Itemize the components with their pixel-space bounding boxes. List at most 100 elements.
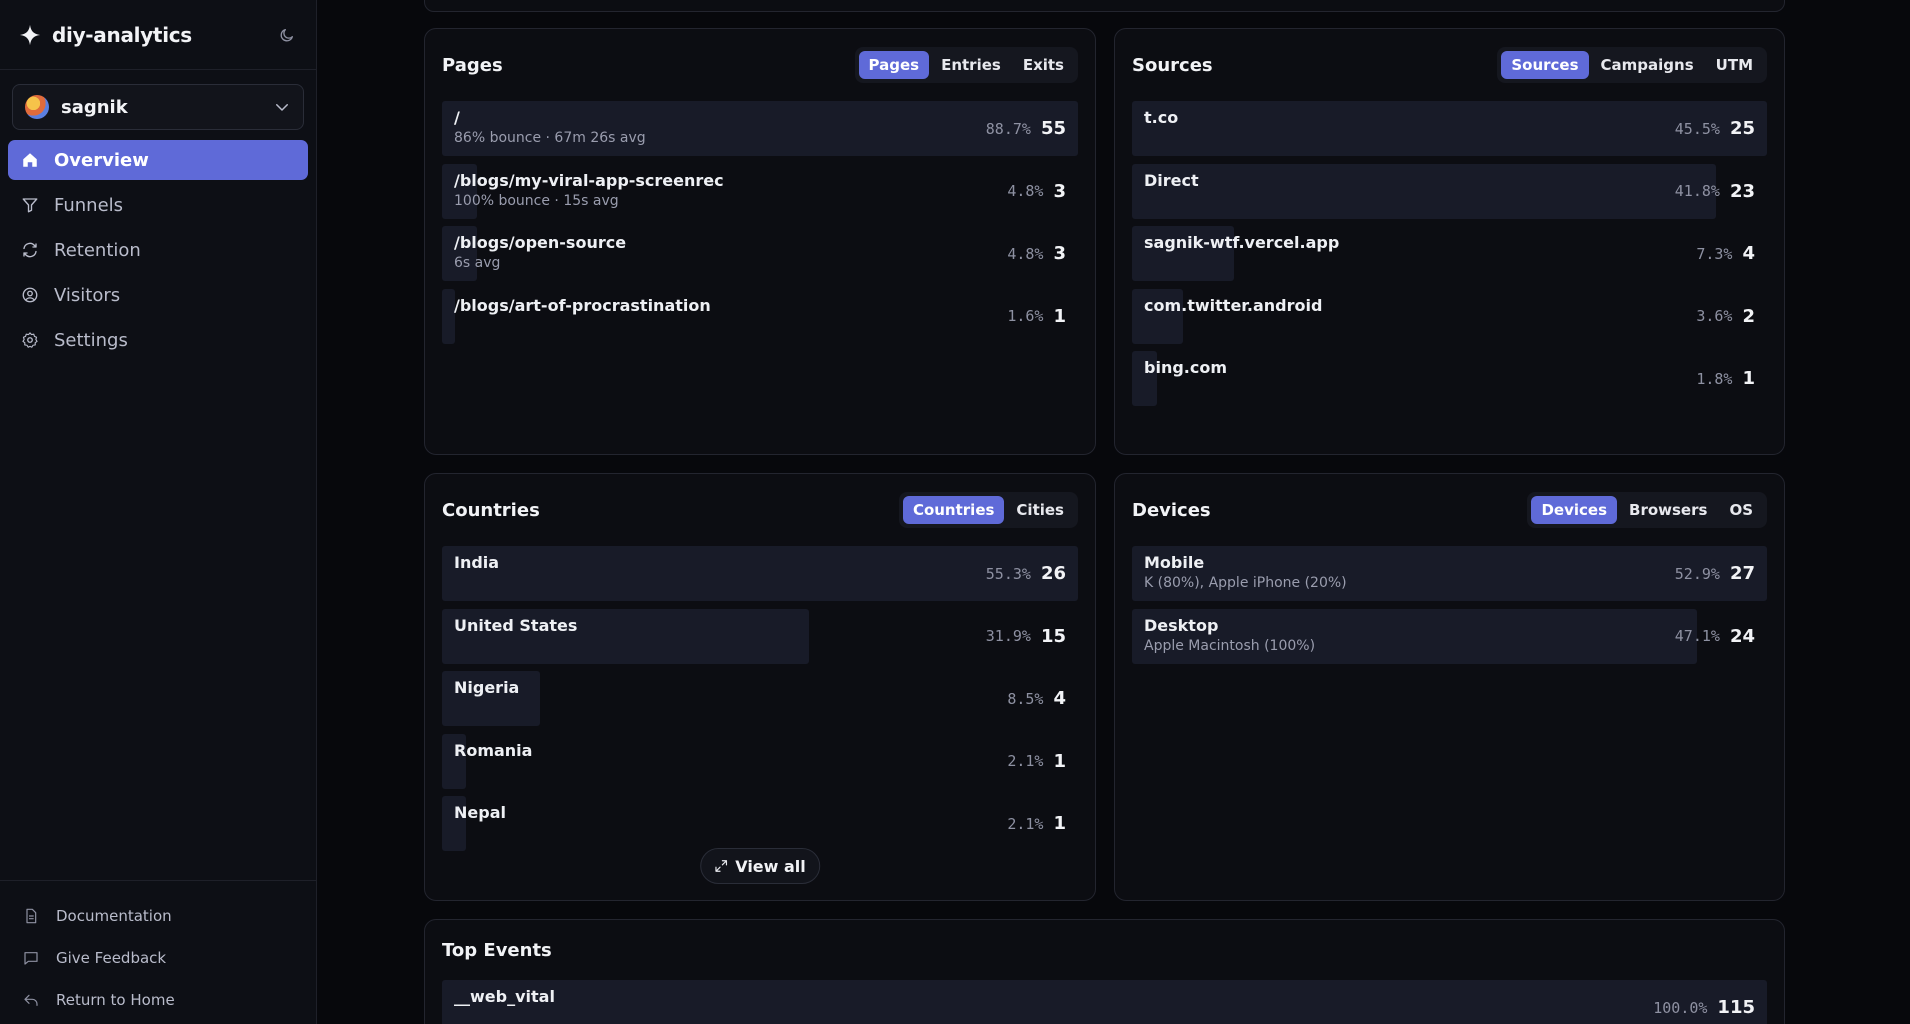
funnel-icon [20, 195, 40, 215]
list-item[interactable]: /blogs/open-source 6s avg 4.8% 3 [442, 226, 1078, 281]
sparkle-logo-icon [18, 23, 42, 47]
view-all-button[interactable]: View all [700, 848, 820, 884]
sidebar-item-visitors[interactable]: Visitors [8, 275, 308, 315]
row-count: 3 [1053, 180, 1066, 202]
row-label: Desktop Apple Macintosh (100%) [1132, 609, 1675, 654]
row-label: t.co [1132, 101, 1675, 127]
countries-card: Countries Countries Cities India 55.3% 26 U… [424, 473, 1096, 901]
gear-icon [20, 330, 40, 350]
row-count: 115 [1717, 997, 1755, 1018]
row-percent: 52.9% [1674, 564, 1720, 583]
tab-campaigns[interactable]: Campaigns [1591, 51, 1704, 79]
list-item[interactable]: Mobile K (80%), Apple iPhone (20%) 52.9% 27 [1132, 546, 1767, 601]
row-label: /blogs/open-source 6s avg [442, 226, 1007, 271]
sidebar-item-overview[interactable]: Overview [8, 140, 308, 180]
row-label: __web_vital [442, 980, 1653, 1006]
list-item[interactable]: /blogs/art-of-procrastination 1.6% 1 [442, 288, 1078, 344]
tab-os[interactable]: OS [1719, 496, 1763, 524]
row-title: United States [454, 615, 578, 635]
row-title: /blogs/art-of-procrastination [454, 295, 711, 315]
row-percent: 8.5% [1007, 689, 1044, 708]
list-item[interactable]: t.co 45.5% 25 [1132, 101, 1767, 156]
row-title: Direct [1144, 170, 1199, 190]
devices-list: Mobile K (80%), Apple iPhone (20%) 52.9% 27… [1115, 546, 1784, 664]
tab-cities[interactable]: Cities [1006, 496, 1074, 524]
row-count: 1 [1053, 305, 1066, 327]
expand-icon [714, 859, 728, 873]
card-header: Pages Pages Entries Exits [425, 29, 1095, 101]
card-title: Pages [442, 54, 503, 76]
tab-pages[interactable]: Pages [858, 51, 930, 79]
sidebar-item-label: Overview [54, 149, 149, 171]
list-item[interactable]: Desktop Apple Macintosh (100%) 47.1% 24 [1132, 608, 1767, 664]
list-item[interactable]: com.twitter.android 3.6% 2 [1132, 288, 1767, 344]
return-home-link[interactable]: Return to Home [0, 979, 316, 1021]
footer-item-label: Return to Home [56, 991, 175, 1009]
list-item[interactable]: Romania 2.1% 1 [442, 733, 1078, 789]
row-percent: 45.5% [1674, 119, 1720, 138]
sidebar-item-retention[interactable]: Retention [8, 230, 308, 270]
workspace-switcher[interactable]: sagnik [12, 84, 304, 130]
card-title: Top Events [442, 939, 552, 961]
pages-tabs: Pages Entries Exits [854, 47, 1078, 83]
view-all-label: View all [735, 856, 806, 876]
list-item[interactable]: India 55.3% 26 [442, 546, 1078, 601]
row-percent: 55.3% [985, 564, 1031, 583]
tab-browsers[interactable]: Browsers [1619, 496, 1717, 524]
card-title: Countries [442, 499, 540, 521]
row-label: India [442, 546, 986, 572]
row-label: sagnik-wtf.vercel.app [1132, 226, 1696, 252]
main-content: Pages Pages Entries Exits / 86% bounce · … [317, 0, 1910, 1024]
list-item[interactable]: United States 31.9% 15 [442, 608, 1078, 664]
tab-countries[interactable]: Countries [902, 496, 1005, 524]
sources-card: Sources Sources Campaigns UTM t.co 45.5% 2… [1114, 28, 1785, 455]
tab-exits[interactable]: Exits [1013, 51, 1074, 79]
sidebar-item-funnels[interactable]: Funnels [8, 185, 308, 225]
row-title: Nigeria [454, 678, 520, 697]
sidebar: diy-analytics sagnik Overview Funnels Re… [0, 0, 317, 1024]
tab-sources[interactable]: Sources [1501, 51, 1589, 79]
brand-header: diy-analytics [0, 0, 316, 70]
documentation-link[interactable]: Documentation [0, 895, 316, 937]
row-label: Direct [1132, 164, 1675, 190]
row-percent: 3.6% [1696, 307, 1733, 325]
tab-utm[interactable]: UTM [1706, 51, 1763, 79]
list-item[interactable]: bing.com 1.8% 1 [1132, 351, 1767, 406]
workspace-name: sagnik [61, 96, 128, 118]
row-label: Nigeria [442, 671, 1007, 697]
list-item[interactable]: / 86% bounce · 67m 26s avg 88.7% 55 [442, 101, 1078, 156]
row-subtitle: K (80%), Apple iPhone (20%) [1144, 575, 1347, 591]
sidebar-item-label: Funnels [54, 194, 124, 216]
list-item[interactable]: Nepal 2.1% 1 [442, 796, 1078, 851]
row-count: 55 [1040, 118, 1066, 139]
list-item[interactable]: __web_vital 100.0% 115 [442, 980, 1767, 1024]
row-label: /blogs/my-viral-app-screenrec 100% bounce… [442, 164, 1007, 209]
list-item[interactable]: /blogs/my-viral-app-screenrec 100% bounce… [442, 163, 1078, 219]
row-count: 23 [1729, 180, 1755, 202]
row-label: com.twitter.android [1132, 289, 1696, 315]
row-percent: 47.1% [1674, 627, 1720, 645]
list-item[interactable]: Nigeria 8.5% 4 [442, 671, 1078, 726]
row-percent: 4.8% [1007, 182, 1044, 200]
row-label: / 86% bounce · 67m 26s avg [442, 101, 986, 146]
row-title: / [454, 108, 460, 127]
row-title: bing.com [1144, 358, 1228, 377]
list-item[interactable]: sagnik-wtf.vercel.app 7.3% 4 [1132, 226, 1767, 281]
row-count: 4 [1742, 243, 1755, 264]
sidebar-item-settings[interactable]: Settings [8, 320, 308, 360]
sidebar-footer: Documentation Give Feedback Return to Ho… [0, 880, 316, 1021]
list-item[interactable]: Direct 41.8% 23 [1132, 163, 1767, 219]
footer-item-label: Documentation [56, 907, 172, 925]
row-count: 25 [1729, 118, 1755, 139]
tab-entries[interactable]: Entries [931, 51, 1011, 79]
give-feedback-link[interactable]: Give Feedback [0, 937, 316, 979]
moon-icon[interactable] [276, 24, 298, 46]
pages-list: / 86% bounce · 67m 26s avg 88.7% 55/blogs/m… [425, 101, 1095, 344]
row-percent: 1.8% [1696, 369, 1733, 388]
row-percent: 88.7% [985, 119, 1031, 138]
row-count: 24 [1729, 625, 1755, 647]
row-percent: 100.0% [1653, 998, 1708, 1017]
tab-devices[interactable]: Devices [1531, 496, 1618, 524]
chevron-down-icon [273, 98, 291, 116]
row-percent: 2.1% [1007, 752, 1044, 770]
